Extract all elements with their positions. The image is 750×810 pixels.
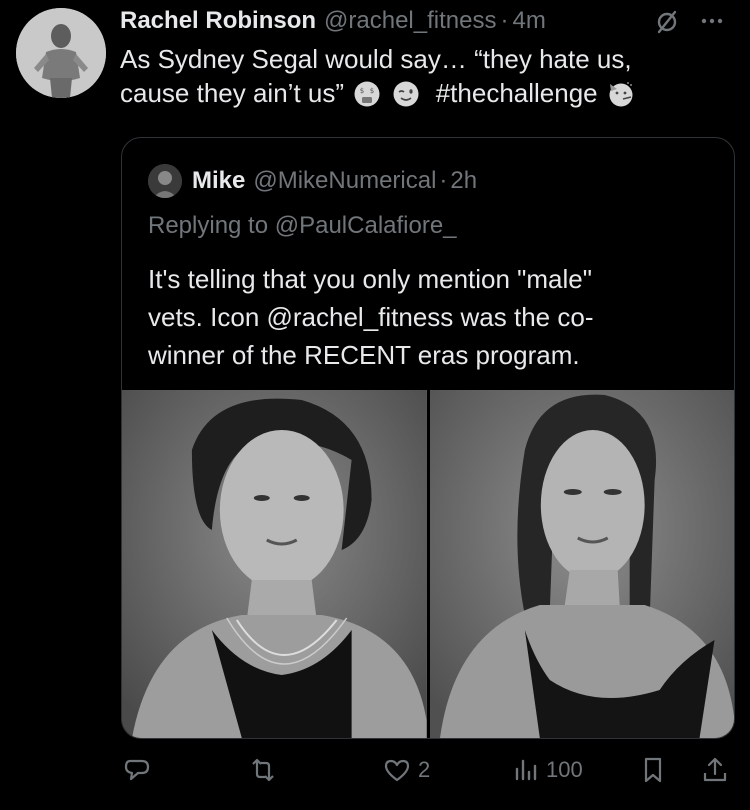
svg-text:$: $ bbox=[370, 87, 374, 95]
author-avatar[interactable] bbox=[16, 8, 106, 98]
tweet-text-line-2: cause they ain’t us” $ $ #thechallenge bbox=[120, 76, 730, 110]
svg-text:$: $ bbox=[360, 87, 364, 95]
quote-author-name: Mike bbox=[192, 167, 246, 194]
like-count: 2 bbox=[418, 757, 431, 782]
quote-text-line-2: vets. Icon @rachel_fitness was the co- bbox=[148, 302, 594, 332]
quoted-tweet-card[interactable]: Mike @MikeNumerical · 2h Replying to @Pa… bbox=[121, 137, 735, 739]
quote-timestamp: 2h bbox=[450, 167, 478, 194]
reply-icon bbox=[124, 759, 150, 781]
share-icon bbox=[703, 757, 727, 782]
bar-chart-icon bbox=[515, 759, 537, 781]
tweet-text-line-1: As Sydney Segal would say… “they hate us… bbox=[120, 44, 632, 74]
quote-separator-dot: · bbox=[439, 167, 448, 194]
quote-text: It's telling that you only mention "male… bbox=[148, 260, 708, 374]
tweet-timestamp[interactable]: 4m bbox=[512, 7, 545, 35]
views-count: 100 bbox=[546, 757, 583, 782]
share-button[interactable] bbox=[700, 752, 730, 788]
author-handle[interactable]: @rachel_fitness bbox=[324, 7, 496, 35]
quote-header: Mike @MikeNumerical · 2h bbox=[148, 164, 478, 198]
tweet-text-line-2-content: cause they ain’t us” bbox=[120, 78, 345, 108]
partying-face-icon bbox=[607, 80, 635, 108]
quote-author-handle: @MikeNumerical bbox=[253, 167, 437, 194]
blocked-circle-icon[interactable] bbox=[652, 6, 682, 36]
tweet-text: As Sydney Segal would say… “they hate us… bbox=[120, 42, 730, 110]
heart-icon bbox=[384, 759, 410, 782]
replying-to-label: Replying to @PaulCalafiore_ bbox=[148, 212, 457, 239]
portrait-photo-left[interactable] bbox=[122, 390, 427, 738]
separator-dot: · bbox=[500, 7, 509, 34]
tweet-header: Rachel Robinson @rachel_fitness · 4m bbox=[120, 6, 546, 36]
winking-face-icon bbox=[392, 80, 420, 108]
author-name[interactable]: Rachel Robinson bbox=[120, 7, 316, 35]
quote-text-line-3: winner of the RECENT eras program. bbox=[148, 340, 580, 370]
bookmark-icon bbox=[644, 757, 662, 783]
retweet-button[interactable] bbox=[248, 752, 284, 788]
more-options-icon[interactable] bbox=[697, 8, 727, 34]
money-mouth-face-icon: $ $ bbox=[353, 80, 381, 108]
like-button[interactable]: 2 bbox=[382, 752, 430, 788]
bookmark-button[interactable] bbox=[638, 752, 668, 788]
quote-text-line-1: It's telling that you only mention "male… bbox=[148, 264, 592, 294]
quote-media-grid bbox=[122, 390, 734, 738]
tweet-action-bar: 2 100 bbox=[120, 752, 732, 788]
quote-author-avatar bbox=[148, 164, 182, 198]
portrait-photo-right[interactable] bbox=[429, 390, 734, 738]
retweet-icon bbox=[252, 758, 274, 782]
hashtag-link[interactable]: #thechallenge bbox=[436, 78, 598, 108]
reply-button[interactable] bbox=[122, 752, 158, 788]
views-button[interactable]: 100 bbox=[510, 752, 583, 788]
